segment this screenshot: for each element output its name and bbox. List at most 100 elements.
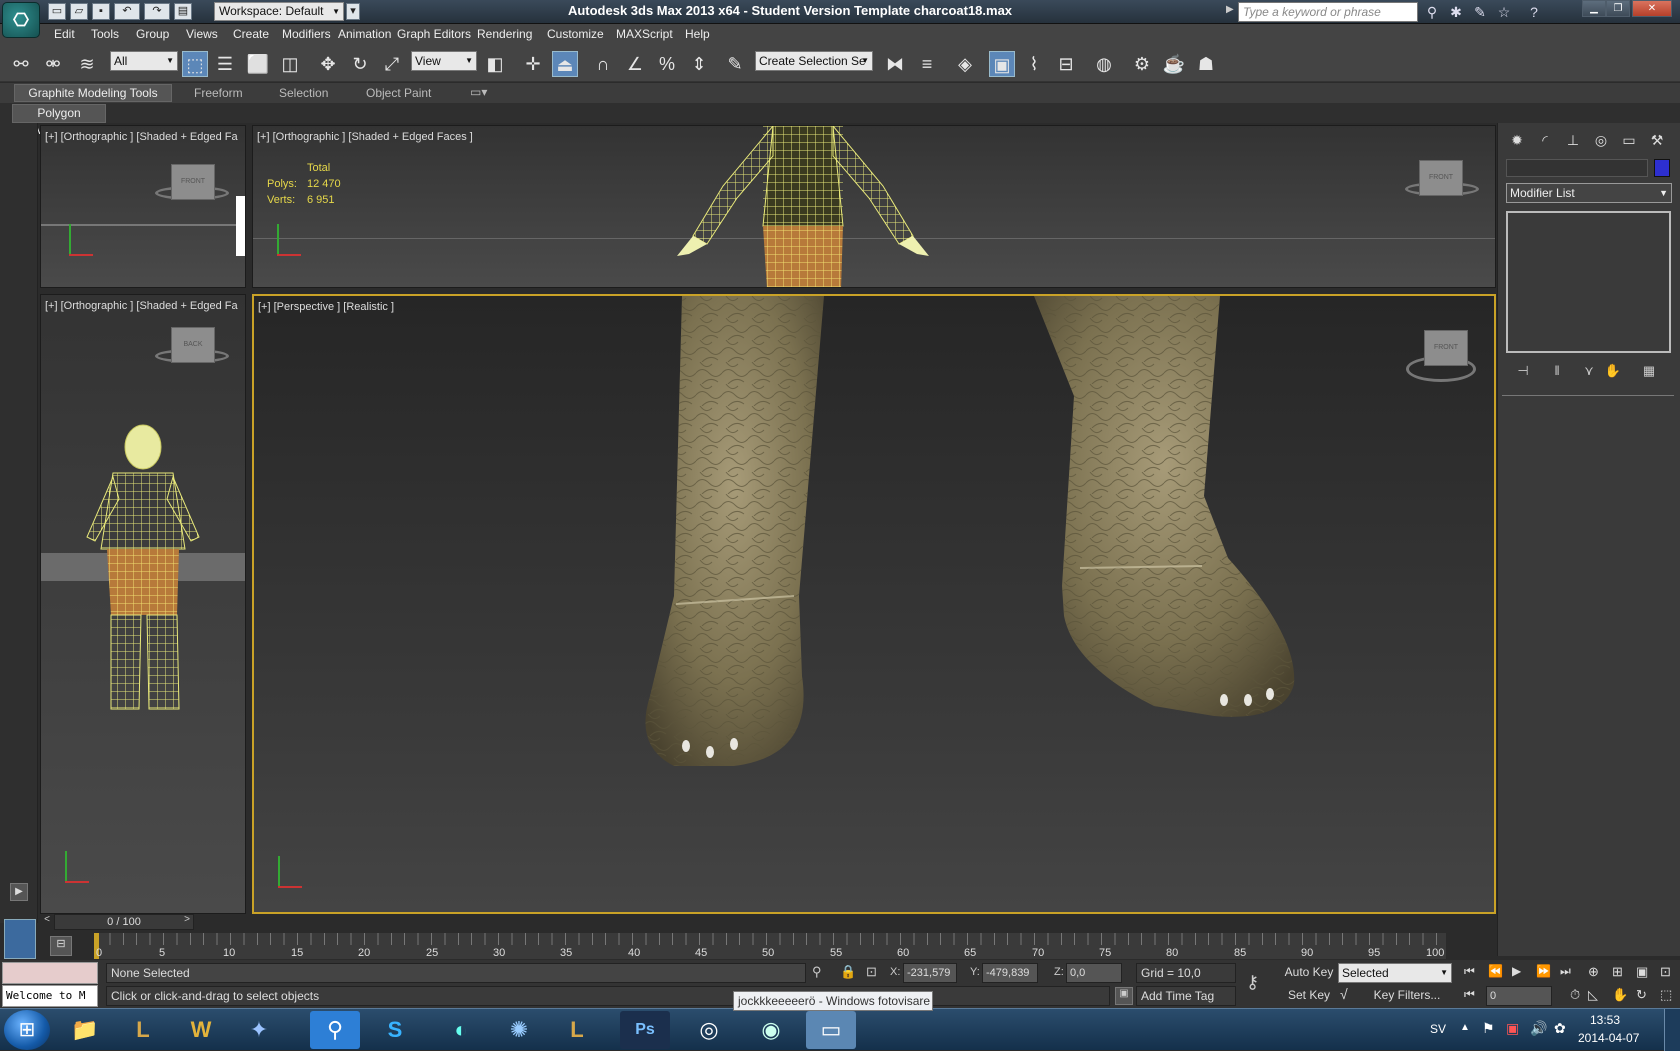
viewport-label[interactable]: [+] [Orthographic ] [Shaded + Edged Fa — [45, 300, 238, 312]
menu-customize[interactable]: Customize — [547, 27, 604, 41]
selection-filter-dropdown[interactable]: All ▼ — [110, 51, 178, 71]
curve-editor-icon[interactable]: ⌇ — [1021, 51, 1047, 77]
render-production-icon[interactable]: ☗ — [1193, 51, 1219, 77]
maxscript-listener-white[interactable]: Welcome to M — [2, 985, 98, 1007]
menu-graph-editors[interactable]: Graph Editors — [397, 27, 471, 41]
object-name-field[interactable] — [1506, 159, 1648, 177]
language-indicator[interactable]: SV — [1430, 1022, 1446, 1036]
volume-icon[interactable]: 🔊 — [1530, 1020, 1547, 1037]
battlenet-taskbar-icon[interactable]: ✺ — [494, 1011, 544, 1049]
select-and-manipulate-icon[interactable]: ✛ — [520, 51, 546, 77]
remove-modifier-icon[interactable]: ✋ — [1602, 363, 1624, 381]
select-by-name-icon[interactable]: ☰ — [212, 51, 238, 77]
key-icon[interactable]: ⚷ — [1246, 972, 1259, 993]
start-button[interactable]: ⊞ — [4, 1010, 50, 1050]
key-filters-button[interactable]: Key Filters... — [1362, 986, 1452, 1006]
move-icon[interactable]: ✥ — [315, 51, 341, 77]
world-of-warcraft-taskbar-icon[interactable]: W — [176, 1011, 226, 1049]
unlink-icon[interactable]: ⚮ — [40, 51, 66, 77]
zoom-all-icon[interactable]: ⊞ — [1612, 964, 1623, 980]
key-tangent-icon[interactable]: √ — [1340, 986, 1348, 1002]
menu-views[interactable]: Views — [186, 27, 218, 41]
angle-snap-icon[interactable]: ∠ — [622, 51, 648, 77]
modify-tab-icon[interactable]: ◜ — [1534, 129, 1556, 151]
rectangular-selection-icon[interactable]: ⬜ — [245, 51, 271, 77]
menu-modifiers[interactable]: Modifiers — [282, 27, 331, 41]
subscription-icon[interactable]: ✱ — [1446, 3, 1466, 21]
select-object-icon[interactable]: ⬚ — [182, 51, 208, 77]
menu-tools[interactable]: Tools — [91, 27, 119, 41]
zoom-icon[interactable]: ⊕ — [1588, 964, 1599, 980]
menu-rendering[interactable]: Rendering — [477, 27, 532, 41]
photo-viewer-taskbar-icon[interactable]: ▭ — [806, 1011, 856, 1049]
modifier-list-dropdown[interactable]: Modifier List ▼ — [1506, 183, 1672, 203]
tab-object-paint[interactable]: Object Paint — [366, 86, 431, 100]
spinner-snap-icon[interactable]: ⇕ — [686, 51, 712, 77]
go-to-end-icon[interactable]: ⏭ — [1560, 964, 1571, 979]
pan-view-icon[interactable]: ✋ — [1612, 987, 1628, 1003]
polygon-modeling-panel[interactable]: Polygon Modeling — [12, 104, 106, 137]
project-folder-icon[interactable]: ▤ — [174, 3, 192, 20]
play-animation-icon[interactable]: ▶ — [1512, 964, 1521, 978]
set-key-button[interactable]: Set Key — [1284, 986, 1334, 1006]
orbit-icon[interactable]: ↻ — [1636, 987, 1647, 1003]
redo-icon[interactable]: ↷ — [144, 3, 170, 20]
make-unique-icon[interactable]: ⋎ — [1578, 363, 1600, 381]
menu-group[interactable]: Group — [136, 27, 169, 41]
motion-tab-icon[interactable]: ◎ — [1590, 129, 1612, 151]
time-slider-prev-icon[interactable]: < — [40, 914, 54, 930]
search-taskbar-icon[interactable]: ⚲ — [310, 1011, 360, 1049]
skype-taskbar-icon[interactable]: S — [370, 1011, 420, 1049]
search-expand-icon[interactable]: ▶ — [1226, 4, 1234, 15]
rotate-icon[interactable]: ↻ — [347, 51, 373, 77]
add-time-tag[interactable]: Add Time Tag — [1136, 986, 1236, 1006]
viewport-top-left[interactable]: [+] [Orthographic ] [Shaded + Edged Fa F… — [40, 125, 246, 288]
action-center-icon[interactable]: ⚑ — [1482, 1020, 1495, 1037]
render-setup-icon[interactable]: ⚙ — [1129, 51, 1155, 77]
application-menu-button[interactable]: ⎔ — [2, 2, 40, 38]
isolate-icon[interactable]: ⚲ — [812, 964, 822, 980]
photoshop-taskbar-icon[interactable]: Ps — [620, 1011, 670, 1049]
percent-snap-icon[interactable]: % — [654, 51, 680, 77]
favorites-star-icon[interactable]: ☆ — [1494, 3, 1514, 21]
binoculars-icon[interactable]: ⚲ — [1422, 3, 1442, 21]
play-icon[interactable]: ▶ — [10, 883, 28, 901]
undo-icon[interactable]: ↶ — [114, 3, 140, 20]
minimize-button[interactable]: ▁ — [1582, 0, 1606, 17]
display-tab-icon[interactable]: ▭ — [1618, 129, 1640, 151]
maxscript-listener-pink[interactable] — [2, 962, 98, 984]
new-file-icon[interactable]: ▭ — [48, 3, 66, 20]
maximize-viewport-icon[interactable]: ⬚ — [1660, 987, 1672, 1003]
hierarchy-tab-icon[interactable]: ⊥ — [1562, 129, 1584, 151]
viewport-layout-icon[interactable] — [4, 919, 36, 959]
network-icon[interactable]: ▣ — [1506, 1020, 1519, 1037]
time-configuration-icon[interactable]: ⏱ — [1570, 987, 1580, 1003]
clock-date[interactable]: 2014-04-07 — [1578, 1031, 1639, 1045]
material-editor-icon[interactable]: ◍ — [1091, 51, 1117, 77]
zoom-extents-icon[interactable]: ▣ — [1636, 964, 1648, 980]
menu-help[interactable]: Help — [685, 27, 710, 41]
tab-selection[interactable]: Selection — [279, 86, 328, 100]
menu-edit[interactable]: Edit — [54, 27, 75, 41]
pivot-center-icon[interactable]: ◧ — [482, 51, 508, 77]
absolute-mode-icon[interactable]: ⊡ — [866, 964, 877, 980]
quick-access-dropdown-icon[interactable]: ▾ — [346, 3, 360, 20]
named-selection-set-dropdown[interactable]: Create Selection Se ▼ — [755, 51, 873, 71]
notification-icon[interactable]: ✿ — [1554, 1020, 1566, 1037]
zoom-extents-all-icon[interactable]: ⊡ — [1660, 964, 1671, 980]
viewcube[interactable]: FRONT — [171, 164, 215, 200]
menu-animation[interactable]: Animation — [338, 27, 391, 41]
object-color-swatch[interactable] — [1654, 159, 1670, 177]
lock-selection-icon[interactable]: 🔒 — [840, 964, 856, 980]
graphite-toggle-icon[interactable]: ▣ — [989, 51, 1015, 77]
viewcube[interactable]: FRONT — [1424, 330, 1468, 366]
menu-maxscript[interactable]: MAXScript — [616, 27, 673, 41]
viewport-top-front[interactable]: [+] [Orthographic ] [Shaded + Edged Face… — [252, 125, 1496, 288]
viewport-left[interactable]: [+] [Orthographic ] [Shaded + Edged Fa B… — [40, 294, 246, 914]
3dsmax-taskbar-icon[interactable]: ◎ — [684, 1011, 734, 1049]
link-icon[interactable]: ⚯ — [8, 51, 34, 77]
viewcube[interactable]: BACK — [171, 327, 215, 363]
mini-curve-editor-icon[interactable]: ⊟ — [50, 936, 72, 956]
auto-key-button[interactable]: Auto Key — [1284, 963, 1334, 983]
x-coordinate-field[interactable]: -231,579 — [903, 963, 957, 983]
